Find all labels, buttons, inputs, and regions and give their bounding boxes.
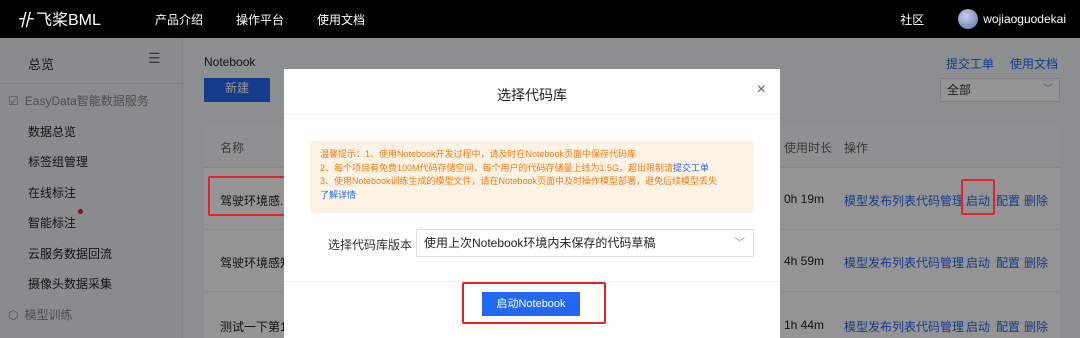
dialog-title: 选择代码库 (497, 87, 567, 103)
submit-ticket-link[interactable]: 提交工单 (673, 163, 709, 173)
nav-platform[interactable]: 操作平台 (236, 11, 284, 28)
chevron-down-icon: ﹀ (734, 237, 745, 249)
highlight-box-start-link (961, 179, 995, 215)
logo-text: 飞桨BML (36, 12, 101, 29)
warning-tip: 温馨提示：1、使用Notebook开发过程中，请及时在Notebook页面中保存… (310, 141, 754, 213)
logo[interactable]: 卝 飞桨BML (16, 6, 101, 31)
learn-more-link[interactable]: 了解详情 (320, 189, 744, 203)
nav-product-intro[interactable]: 产品介绍 (155, 11, 203, 28)
top-nav-bar: 卝 飞桨BML 产品介绍 操作平台 使用文档 社区 wojiaoguodekai (0, 0, 1080, 38)
code-version-select[interactable]: 使用上次Notebook环境内未保存的代码草稿 ﹀ (416, 229, 754, 257)
community-link[interactable]: 社区 (900, 11, 924, 28)
avatar[interactable] (958, 9, 979, 29)
tip-line-2: 2、每个项目有免费100M代码存储空间，每个用户的代码存储量上线为1.5G，超出… (320, 162, 744, 176)
tip-line-1: 温馨提示：1、使用Notebook开发过程中，请及时在Notebook页面中保存… (320, 149, 637, 159)
logo-mark-icon: 卝 (16, 10, 33, 31)
user-area: 社区 wojiaoguodekai (900, 0, 1066, 38)
tip-line-3: 3、使用Notebook训练生成的模型文件，请在Notebook页面中及时操作模… (320, 176, 718, 186)
tip-line-2-text: 2、每个项目有免费100M代码存储空间，每个用户的代码存储量上线为1.5G，超出… (320, 162, 674, 173)
highlight-box-start-button (462, 282, 606, 324)
code-version-value: 使用上次Notebook环境内未保存的代码草稿 (424, 236, 656, 250)
username[interactable]: wojiaoguodekai (983, 12, 1066, 26)
nav-docs[interactable]: 使用文档 (317, 11, 365, 28)
main-nav: 产品介绍 操作平台 使用文档 (155, 0, 398, 38)
code-version-label: 选择代码库版本 (328, 238, 413, 252)
close-icon[interactable]: × (757, 81, 766, 99)
dialog-header: 选择代码库 × (284, 69, 780, 115)
